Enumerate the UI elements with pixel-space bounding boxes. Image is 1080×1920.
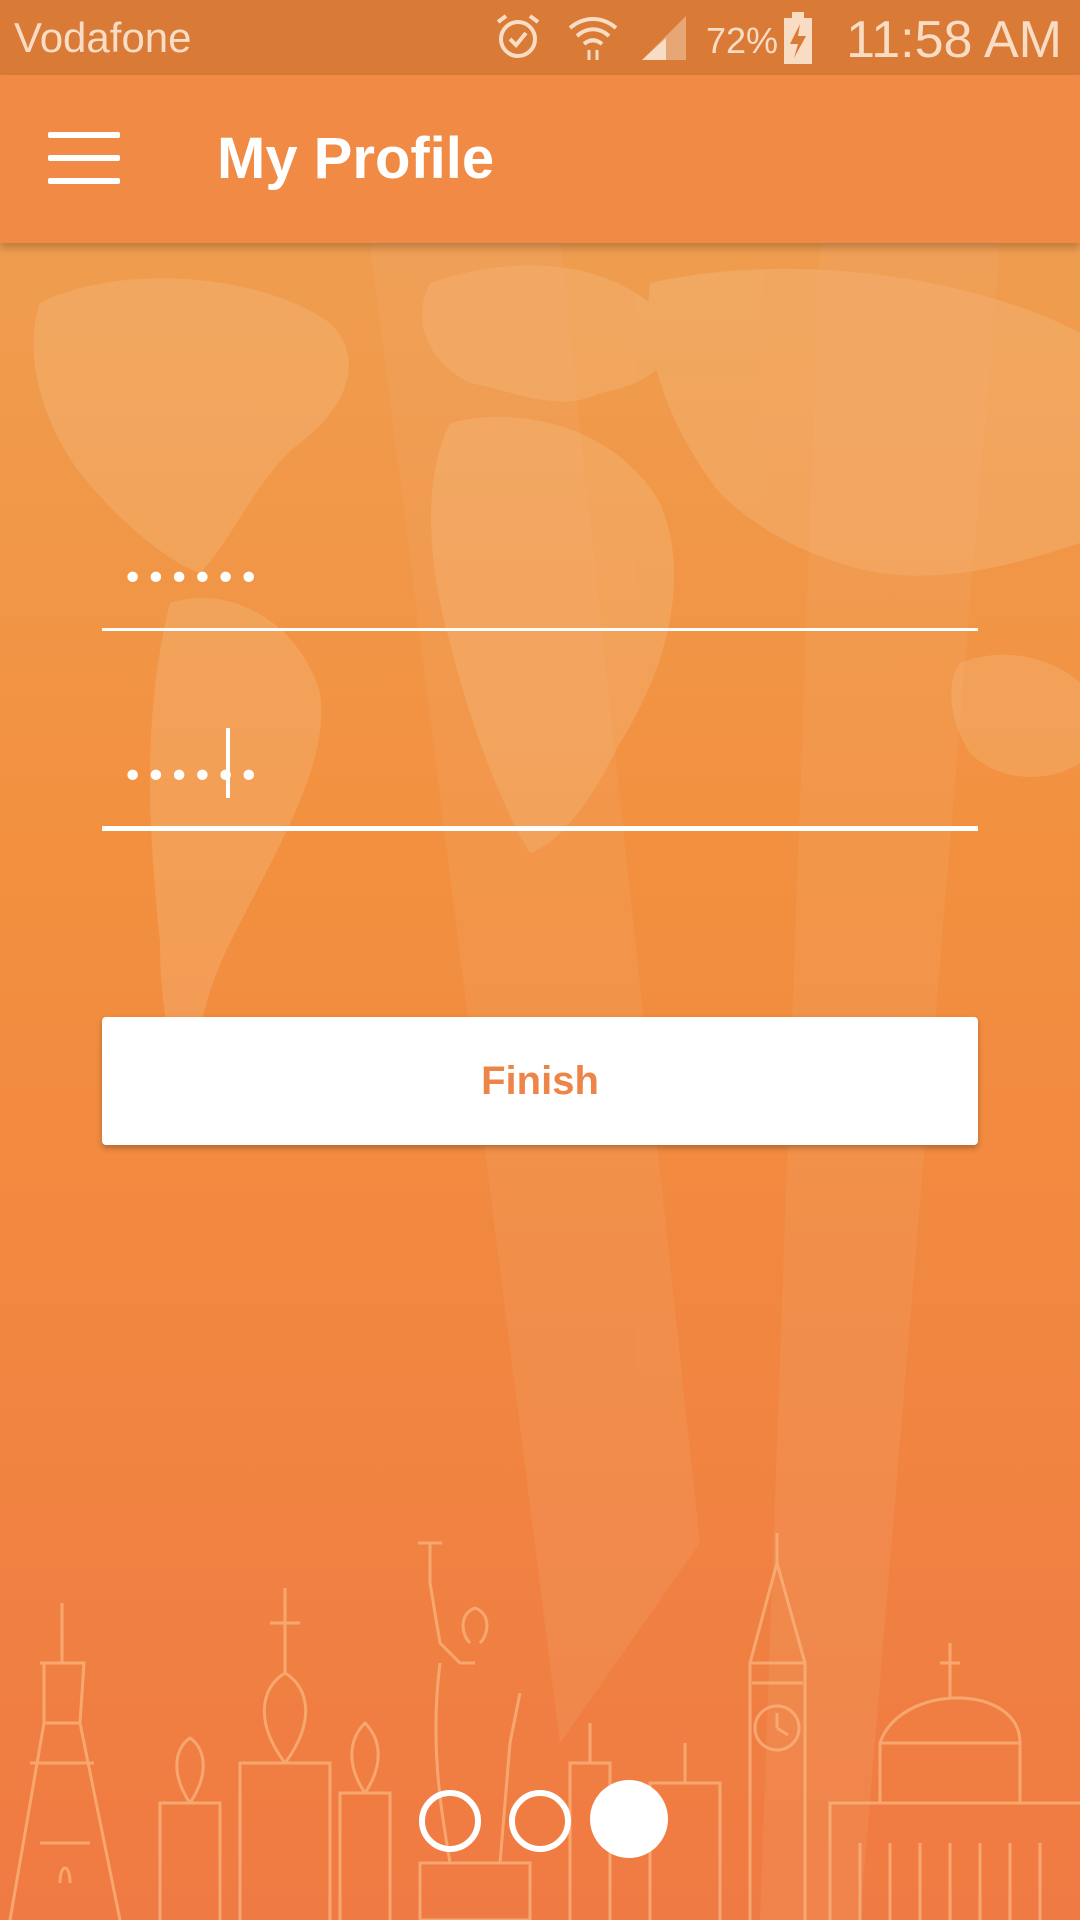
confirm-password-input[interactable] — [122, 746, 942, 806]
password-field[interactable] — [102, 518, 978, 631]
alarm-icon — [496, 14, 540, 58]
page-dot-1[interactable] — [419, 1790, 481, 1852]
password-input[interactable] — [122, 548, 942, 608]
page-dot-2[interactable] — [509, 1790, 571, 1852]
text-cursor — [226, 728, 230, 798]
carrier-name: Vodafone — [14, 14, 192, 61]
app-bar: My Profile — [0, 75, 1080, 243]
page-title: My Profile — [217, 126, 495, 191]
battery-percentage: 72% — [706, 20, 779, 61]
battery-charging-icon — [784, 12, 812, 64]
clock: 11:58 AM — [846, 11, 1062, 69]
confirm-password-field[interactable] — [102, 716, 978, 831]
page-indicator — [0, 1780, 1080, 1860]
status-bar: Vodafone 72% 11:58 AM — [0, 0, 1080, 75]
finish-button[interactable]: Finish — [102, 1017, 978, 1145]
wifi-icon — [568, 17, 618, 60]
signal-icon — [642, 16, 686, 60]
page-dot-3-active[interactable] — [590, 1780, 668, 1858]
hamburger-menu-icon[interactable] — [48, 132, 120, 184]
